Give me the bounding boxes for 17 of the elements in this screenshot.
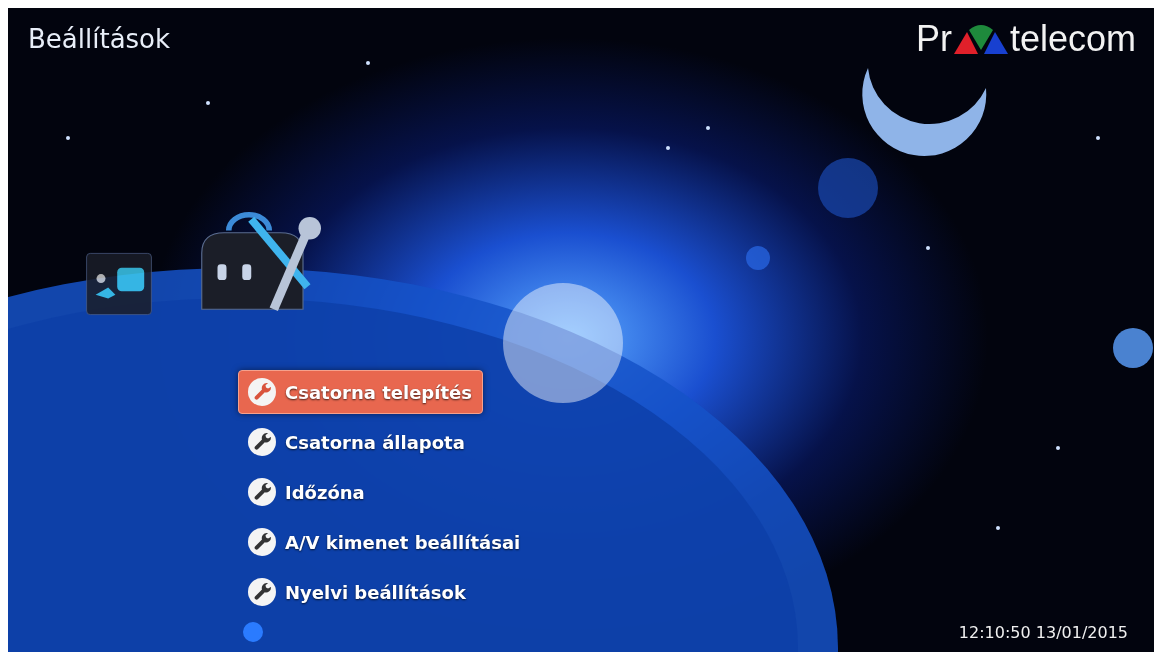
- logo-text: telecom: [1009, 18, 1136, 60]
- menu-item[interactable]: Csatorna állapota: [238, 420, 476, 464]
- wrench-icon: [247, 527, 277, 557]
- wrench-icon: [247, 377, 277, 407]
- menu-item[interactable]: Nyelvi beállítások: [238, 570, 477, 614]
- planet-drawing: [746, 246, 770, 270]
- clock-text: 12:10:50 13/01/2015: [958, 623, 1128, 642]
- wrench-icon: [247, 427, 277, 457]
- logo-text: Pr: [915, 18, 952, 60]
- logo-triangles-icon: [951, 24, 1010, 54]
- planet-drawing: [818, 158, 878, 218]
- menu-item[interactable]: Időzóna: [238, 470, 376, 514]
- planet-drawing: [1113, 328, 1153, 368]
- menu-item[interactable]: A/V kimenet beállításai: [238, 520, 532, 564]
- wrench-icon: [247, 577, 277, 607]
- page-title: Beállítások: [28, 24, 171, 54]
- wrench-icon: [247, 477, 277, 507]
